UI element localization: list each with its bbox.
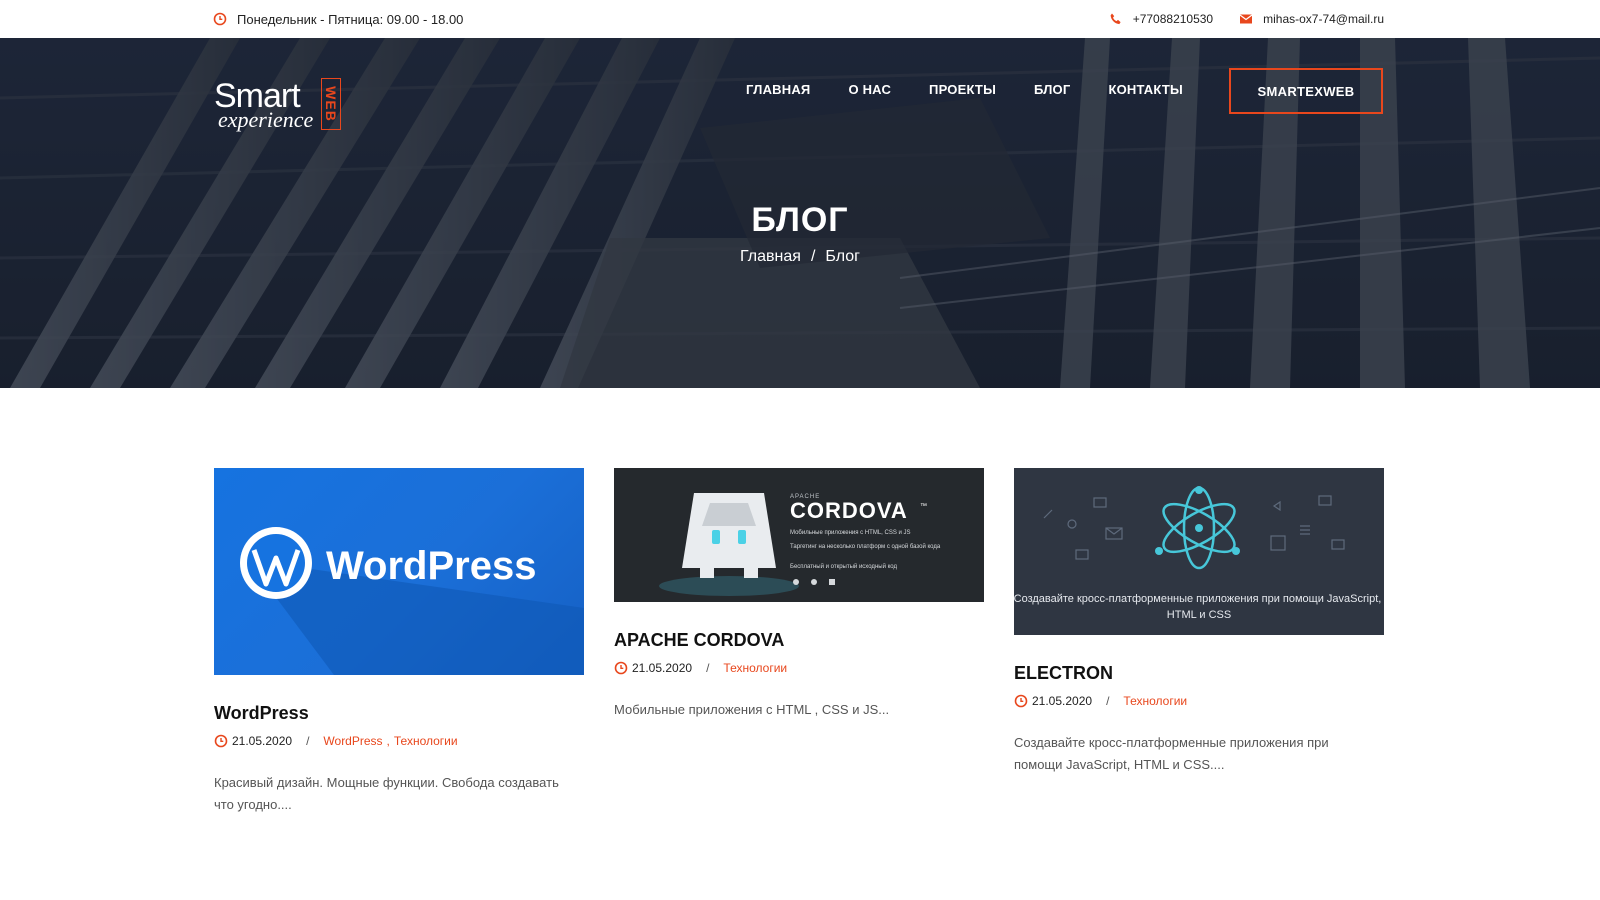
smartexweb-button[interactable]: SMARTEXWEB [1229, 68, 1383, 114]
meta-separator: / [306, 734, 310, 748]
envelope-icon [1239, 12, 1253, 26]
clock-icon [1014, 694, 1028, 708]
cordova-banner-image: APACHE CORDOVA ™ Мобильные приложения с … [659, 493, 941, 596]
nav-item-home[interactable]: ГЛАВНАЯ [746, 82, 810, 97]
blog-card-wordpress: WordPress WordPress 21.05.2020 / WordPre… [214, 468, 584, 816]
post-title[interactable]: WordPress [214, 703, 584, 724]
post-category-link[interactable]: Технологии [1123, 694, 1187, 708]
working-hours-text: Понедельник - Пятница: 09.00 - 18.00 [237, 11, 464, 27]
phone-icon [1109, 12, 1123, 26]
post-title[interactable]: APACHE CORDOVA [614, 630, 984, 651]
nav-item-projects[interactable]: ПРОЕКТЫ [929, 82, 996, 97]
post-title[interactable]: ELECTRON [1014, 663, 1384, 684]
nav-item-blog[interactable]: БЛОГ [1034, 82, 1070, 97]
email-contact[interactable]: mihas-ox7-74@mail.ru [1239, 12, 1384, 26]
post-meta: 21.05.2020 / Технологии [614, 661, 984, 675]
main-nav: ГЛАВНАЯ О НАС ПРОЕКТЫ БЛОГ КОНТАКТЫ [746, 82, 1183, 97]
site-logo[interactable]: Smart experience WEB [214, 78, 342, 134]
blog-card-cordova: APACHE CORDOVA ™ Мобильные приложения с … [614, 468, 984, 816]
nav-item-contacts[interactable]: КОНТАКТЫ [1108, 82, 1182, 97]
category-comma: , [386, 734, 390, 748]
working-hours: Понедельник - Пятница: 09.00 - 18.00 [213, 0, 463, 38]
cordova-line-3: Бесплатный и открытый исходный код [790, 563, 897, 570]
cordova-brand: CORDOVA [790, 498, 908, 523]
post-thumbnail-cordova[interactable]: APACHE CORDOVA ™ Мобильные приложения с … [614, 468, 984, 602]
meta-separator: / [1106, 694, 1110, 708]
logo-badge-web: WEB [321, 78, 341, 130]
breadcrumb-current: Блог [825, 248, 860, 265]
post-meta: 21.05.2020 / WordPress, Технологии [214, 734, 584, 748]
cordova-trademark: ™ [920, 503, 927, 510]
post-date: 21.05.2020 [1032, 694, 1093, 708]
electron-caption-line: Создавайте кросс-платформенные приложени… [1014, 593, 1384, 621]
post-excerpt: Красивый дизайн. Мощные функции. Свобода… [214, 775, 559, 812]
clock-icon [614, 661, 628, 675]
wordpress-image-text: WordPress [326, 544, 536, 588]
breadcrumb-separator: / [810, 248, 816, 265]
email-address[interactable]: mihas-ox7-74@mail.ru [1263, 12, 1384, 26]
cordova-line-2: Таргетинг на несколько платформ с одной … [790, 543, 941, 550]
post-category-link[interactable]: Технологии [394, 734, 458, 748]
post-category-link[interactable]: WordPress [323, 734, 382, 748]
post-thumbnail-electron[interactable]: Создавайте кросс-платформенные приложени… [1014, 468, 1384, 635]
post-thumbnail-wordpress[interactable]: WordPress [214, 468, 584, 675]
cordova-line-1: Мобильные приложения с HTML, CSS и JS [790, 530, 911, 536]
post-meta: 21.05.2020 / Технологии [1014, 694, 1384, 708]
clock-icon [214, 734, 228, 748]
post-date: 21.05.2020 [632, 661, 693, 675]
post-date: 21.05.2020 [232, 734, 293, 748]
logo-badge-text: WEB [323, 86, 340, 122]
logo-text-experience: experience [218, 107, 314, 132]
post-excerpt: Создавайте кросс-платформенные приложени… [1014, 735, 1329, 772]
wordpress-logo-image: WordPress [240, 527, 584, 675]
blog-card-electron: Создавайте кросс-платформенные приложени… [1014, 468, 1384, 816]
top-bar: Понедельник - Пятница: 09.00 - 18.00 +77… [0, 0, 1600, 38]
meta-separator: / [706, 661, 710, 675]
post-excerpt: Мобильные приложения с HTML , CSS и JS..… [614, 702, 890, 717]
phone-contact[interactable]: +77088210530 [1109, 12, 1213, 26]
post-category-link[interactable]: Технологии [723, 661, 787, 675]
page-title: БЛОГ [751, 201, 849, 239]
breadcrumb-home[interactable]: Главная [740, 248, 801, 265]
blog-posts-grid: WordPress WordPress 21.05.2020 / WordPre… [214, 468, 1384, 816]
electron-banner-image: Создавайте кросс-платформенные приложени… [1014, 486, 1384, 621]
hero-banner: Smart experience WEB ГЛАВНАЯ О НАС ПРОЕК… [0, 38, 1600, 388]
nav-item-about[interactable]: О НАС [848, 82, 891, 97]
phone-number[interactable]: +77088210530 [1133, 12, 1213, 26]
breadcrumb: Главная / Блог [0, 248, 1600, 266]
clock-icon [213, 12, 227, 26]
